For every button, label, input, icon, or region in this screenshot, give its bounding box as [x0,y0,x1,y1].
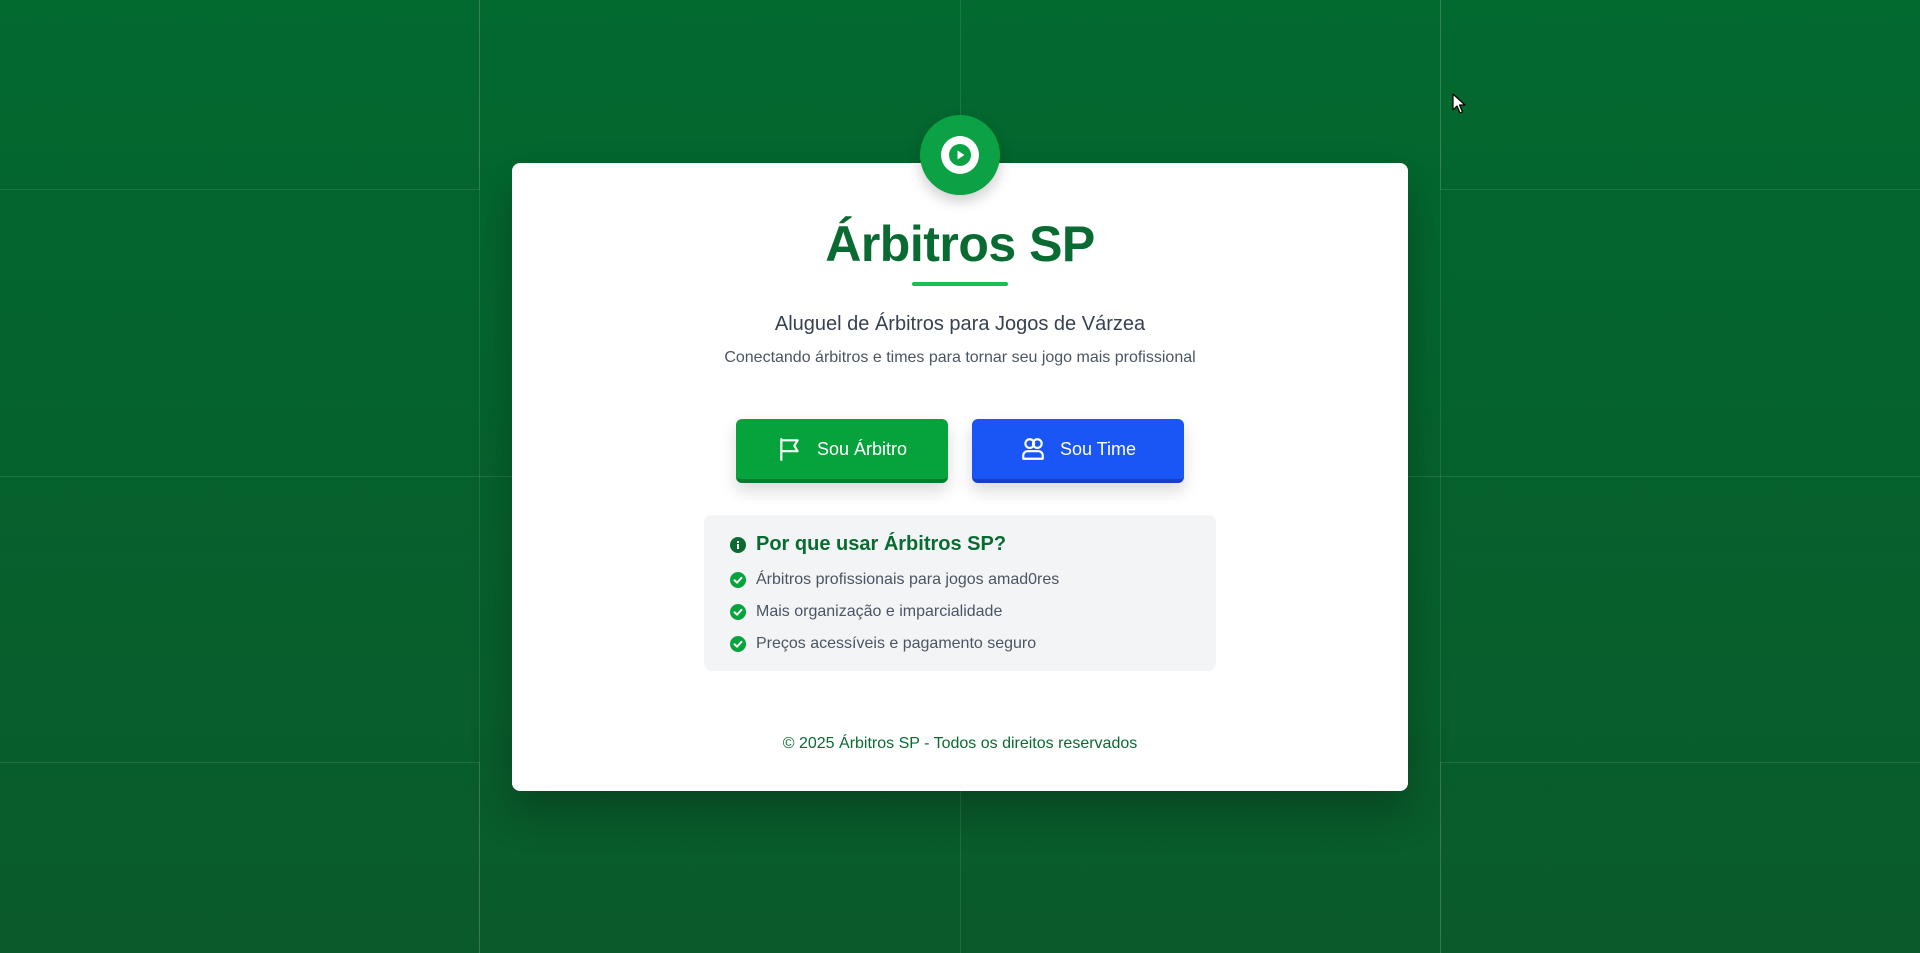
flag-icon [780,438,799,461]
welcome-card: Árbitros SP Aluguel de Árbitros para Jog… [512,115,1408,791]
page-tagline: Conectando árbitros e times para tornar … [724,349,1196,366]
title-underline [912,282,1008,286]
benefit-item: Preços acessíveis e pagamento seguro [730,628,1190,660]
benefit-item: Mais organização e imparcialidade [730,596,1190,628]
benefit-item: Árbitros profissionais para jogos amad0r… [730,564,1190,596]
footer-copyright: © 2025 Árbitros SP - Todos os direitos r… [782,735,1138,752]
benefits-title: Por que usar Árbitros SP? [756,533,1007,555]
benefits-panel: Por que usar Árbitros SP? Árbitros profi… [704,515,1216,671]
check-circle-icon [730,604,746,620]
benefit-text: Árbitros profissionais para jogos amad0r… [756,571,1060,588]
benefit-text: Mais organização e imparcialidade [756,603,1003,620]
referee-button-label: Sou Árbitro [816,438,908,459]
check-circle-icon [730,572,746,588]
mouse-cursor-icon [1452,93,1466,114]
referee-button[interactable]: Sou Árbitro [736,419,948,483]
benefit-text: Preços acessíveis e pagamento seguro [756,635,1037,652]
info-icon [730,536,746,553]
play-icon [949,144,971,166]
users-icon [1022,438,1044,460]
page-title: Árbitros SP [825,216,1095,272]
check-circle-icon [730,636,746,652]
team-button-label: Sou Time [1059,438,1137,459]
logo-badge [920,115,1000,195]
team-button[interactable]: Sou Time [972,419,1184,483]
page-subtitle: Aluguel de Árbitros para Jogos de Várzea [774,313,1146,335]
